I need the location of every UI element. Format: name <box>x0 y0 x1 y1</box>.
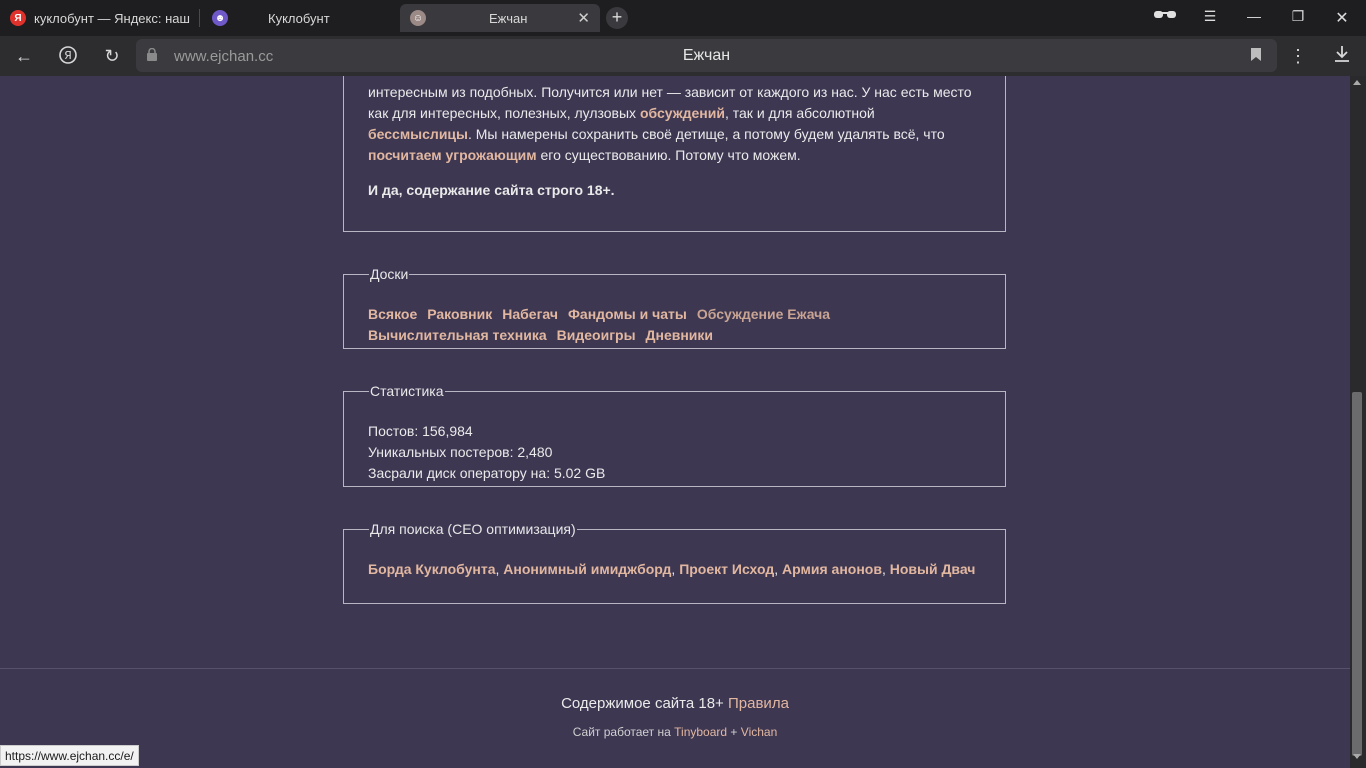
boards-row: Вычислительная техника Видеоигры Дневник… <box>368 325 981 346</box>
reload-icon[interactable]: ↻ <box>100 45 124 67</box>
seo-link[interactable]: Анонимный имиджборд <box>503 561 671 577</box>
tab-bar: Я куклобунт — Яндекс: наш ☻ Куклобунт ☺ … <box>0 0 1366 36</box>
bookmark-icon[interactable] <box>1251 48 1261 61</box>
footer-text: + <box>730 725 738 739</box>
rules-link[interactable]: Правила <box>728 695 789 712</box>
stat-disk: Засрали диск оператору на: 5.02 GB <box>368 465 606 481</box>
tab-label: Куклобунт <box>268 10 330 26</box>
footer-divider <box>0 668 1350 669</box>
kuklobunt-icon: ☻ <box>212 10 228 26</box>
stats-list: Постов: 156,984 Уникальных постеров: 2,4… <box>368 421 981 484</box>
more-options-icon[interactable]: ⋮ <box>1286 45 1310 67</box>
seo-link[interactable]: Новый Двач <box>890 561 976 577</box>
footer-text: Содержимое сайта 18+ <box>561 695 724 712</box>
footer-content-note: Содержимое сайта 18+ Правила <box>0 695 1350 712</box>
menu-icon[interactable]: ☰ <box>1198 8 1222 25</box>
seo-links: Борда Куклобунта, Анонимный имиджборд, П… <box>368 559 981 580</box>
tinyboard-link[interactable]: Tinyboard <box>674 725 727 739</box>
address-bar[interactable]: www.ejchan.cc Ежчан <box>136 39 1277 72</box>
close-window-icon[interactable]: ✕ <box>1330 8 1354 28</box>
board-link[interactable]: Набегач <box>502 304 558 325</box>
link-threatening[interactable]: посчитаем угрожающим <box>368 147 537 163</box>
vichan-link[interactable]: Vichan <box>741 725 777 739</box>
download-icon[interactable] <box>1330 45 1354 67</box>
boards-legend: Доски <box>370 266 409 282</box>
tab-separator <box>199 9 200 27</box>
boards-list: Всякое Раковник Набегач Фандомы и чаты О… <box>368 304 981 346</box>
boards-row: Всякое Раковник Набегач Фандомы и чаты О… <box>368 304 981 325</box>
seo-legend: Для поиска (СЕО оптимизация) <box>370 521 576 537</box>
board-link[interactable]: Дневники <box>646 325 714 346</box>
tab-yandex[interactable]: Я куклобунт — Яндекс: наш <box>10 4 192 32</box>
board-link[interactable]: Обсуждение Ежача <box>697 304 830 325</box>
stat-posts: Постов: 156,984 <box>368 423 473 439</box>
close-tab-icon[interactable]: ✕ <box>577 9 590 27</box>
back-icon[interactable]: ← <box>12 45 36 67</box>
board-link[interactable]: Вычислительная техника <box>368 325 547 346</box>
minimize-icon[interactable]: — <box>1242 8 1266 24</box>
footer-text: Сайт работает на <box>572 725 671 739</box>
board-link[interactable]: Раковник <box>427 304 492 325</box>
yandex-home-icon[interactable]: Я <box>56 45 80 67</box>
seo-panel: Для поиска (СЕО оптимизация) Борда Кукло… <box>343 521 1006 604</box>
age-warning: И да, содержание сайта строго 18+. <box>368 182 615 198</box>
link-discussions[interactable]: обсуждений <box>640 105 725 121</box>
stats-legend: Статистика <box>370 383 444 399</box>
stat-posters: Уникальных постеров: 2,480 <box>368 444 553 460</box>
tab-ejchan-active[interactable]: ☺ Ежчан ✕ <box>400 4 600 32</box>
vertical-scrollbar[interactable] <box>1350 76 1366 768</box>
comma: , <box>881 561 890 577</box>
page-title: Ежчан <box>682 47 731 64</box>
footer-powered-by: Сайт работает на Tinyboard + Vichan <box>0 725 1350 739</box>
new-tab-button[interactable]: + <box>606 7 628 29</box>
intro-text: интересным из подобных. Получится или не… <box>368 82 981 166</box>
boards-panel: Доски Всякое Раковник Набегач Фандомы и … <box>343 266 1006 349</box>
scroll-down-icon[interactable] <box>1353 754 1361 759</box>
comma: , <box>774 561 783 577</box>
scrollbar-thumb[interactable] <box>1352 392 1362 756</box>
intro-text-part: его существованию. Потому что можем. <box>536 147 801 163</box>
browser-toolbar: ← Я ↻ www.ejchan.cc Ежчан ⋮ <box>0 36 1366 76</box>
intro-panel: интересным из подобных. Получится или не… <box>343 76 1006 232</box>
intro-text-part: . Мы намерены сохранить своё детище, а п… <box>467 126 945 142</box>
seo-link[interactable]: Армия анонов <box>782 561 882 577</box>
seo-link[interactable]: Проект Исход <box>679 561 774 577</box>
page-content: интересным из подобных. Получится или не… <box>0 76 1350 768</box>
scroll-up-icon[interactable] <box>1353 80 1361 85</box>
restore-icon[interactable]: ❐ <box>1286 8 1310 25</box>
board-link[interactable]: Всякое <box>368 304 417 325</box>
tab-label: куклобунт — Яндекс: наш <box>34 10 190 26</box>
incognito-glasses-icon[interactable] <box>1153 8 1177 24</box>
link-nonsense[interactable]: бессмыслицы <box>368 126 468 142</box>
ejchan-icon: ☺ <box>410 10 426 26</box>
intro-text-part: , так и для абсолютной <box>724 105 875 121</box>
yandex-icon: Я <box>10 10 26 26</box>
link-status-bar: https://www.ejchan.cc/e/ <box>0 745 139 766</box>
board-link[interactable]: Видеоигры <box>557 325 636 346</box>
seo-link[interactable]: Борда Куклобунта <box>368 561 496 577</box>
tab-kuklobunt[interactable]: ☻ Куклобунт <box>212 4 392 32</box>
svg-text:Я: Я <box>64 49 72 62</box>
stats-panel: Статистика Постов: 156,984 Уникальных по… <box>343 383 1006 487</box>
board-link[interactable]: Фандомы и чаты <box>568 304 687 325</box>
tab-label: Ежчан <box>489 10 528 26</box>
